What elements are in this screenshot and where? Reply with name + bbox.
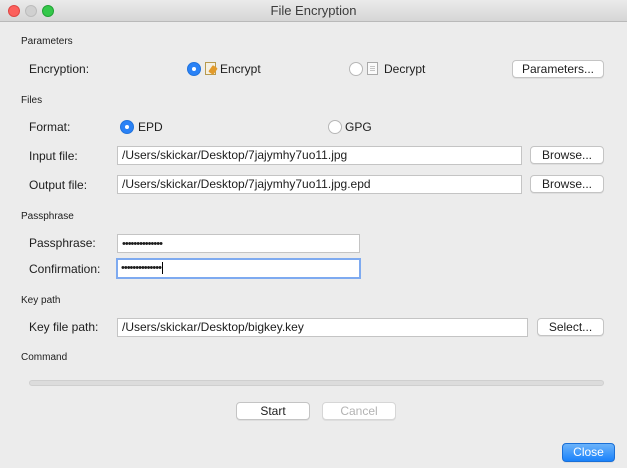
start-button[interactable]: Start bbox=[236, 402, 310, 420]
encrypt-radio[interactable] bbox=[187, 62, 201, 76]
window-title: File Encryption bbox=[270, 3, 357, 18]
cancel-button[interactable]: Cancel bbox=[322, 402, 396, 420]
command-section-label: Command bbox=[21, 352, 68, 363]
decrypt-file-icon bbox=[367, 62, 378, 75]
format-label: Format: bbox=[29, 120, 71, 134]
parameters-button[interactable]: Parameters... bbox=[512, 60, 604, 78]
input-file-label: Input file: bbox=[29, 149, 78, 163]
confirmation-field[interactable]: •••••••••••••• bbox=[116, 258, 361, 279]
command-progress-bar bbox=[29, 380, 604, 386]
confirmation-value: •••••••••••••• bbox=[121, 262, 162, 274]
output-file-field[interactable]: /Users/skickar/Desktop/7jajymhy7uo11.jpg… bbox=[117, 175, 522, 194]
decrypt-radio[interactable] bbox=[349, 62, 363, 76]
input-file-field[interactable]: /Users/skickar/Desktop/7jajymhy7uo11.jpg bbox=[117, 146, 522, 165]
passphrase-label: Passphrase: bbox=[29, 236, 96, 250]
passphrase-value: •••••••••••••• bbox=[122, 238, 163, 250]
passphrase-field[interactable]: •••••••••••••• bbox=[117, 234, 360, 253]
parameters-section-label: Parameters bbox=[21, 36, 73, 47]
decrypt-radio-label[interactable]: Decrypt bbox=[384, 62, 425, 76]
confirmation-label: Confirmation: bbox=[29, 262, 101, 276]
passphrase-section-label: Passphrase bbox=[21, 211, 74, 222]
format-epd-label[interactable]: EPD bbox=[138, 120, 163, 134]
key-file-path-label: Key file path: bbox=[29, 320, 99, 334]
text-caret bbox=[161, 261, 163, 274]
encrypt-radio-label[interactable]: Encrypt bbox=[220, 62, 261, 76]
files-section-label: Files bbox=[21, 95, 43, 106]
key-path-section-label: Key path bbox=[21, 295, 61, 306]
output-browse-button[interactable]: Browse... bbox=[530, 175, 604, 193]
window-titlebar: File Encryption bbox=[0, 0, 627, 22]
close-button[interactable]: Close bbox=[562, 443, 615, 462]
output-file-label: Output file: bbox=[29, 178, 88, 192]
format-epd-radio[interactable] bbox=[120, 120, 134, 134]
encryption-label: Encryption: bbox=[29, 62, 90, 76]
format-gpg-label[interactable]: GPG bbox=[345, 120, 372, 134]
key-file-path-field[interactable]: /Users/skickar/Desktop/bigkey.key bbox=[117, 318, 528, 337]
format-gpg-radio[interactable] bbox=[328, 120, 342, 134]
input-browse-button[interactable]: Browse... bbox=[530, 146, 604, 164]
encrypt-file-icon bbox=[205, 62, 216, 75]
key-select-button[interactable]: Select... bbox=[537, 318, 604, 336]
